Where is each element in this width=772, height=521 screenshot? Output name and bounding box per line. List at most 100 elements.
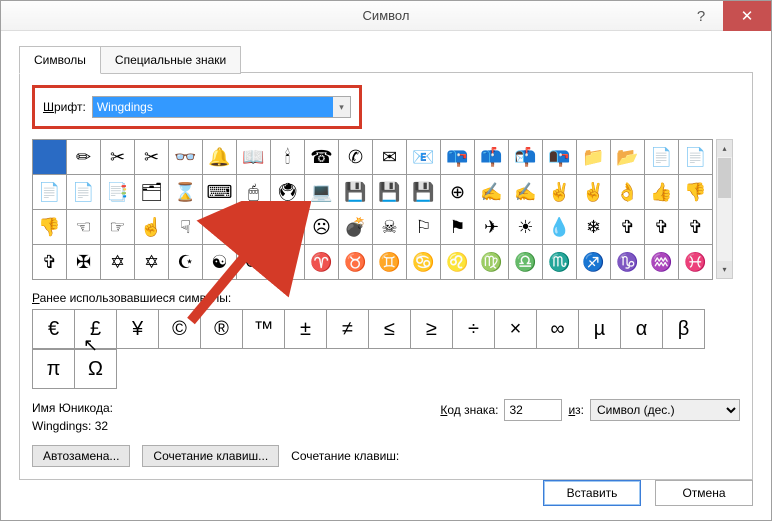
symbol-cell[interactable]: ⊕: [440, 174, 475, 210]
symbol-cell[interactable]: ❄: [576, 209, 611, 245]
symbol-cell[interactable]: ☝: [134, 209, 169, 245]
symbol-cell[interactable]: 📭: [542, 139, 577, 175]
recent-symbol-cell[interactable]: ÷: [452, 309, 495, 349]
symbol-cell[interactable]: 💾: [372, 174, 407, 210]
insert-button[interactable]: Вставить: [543, 480, 641, 506]
tab-symbols[interactable]: Символы: [19, 46, 101, 74]
symbol-cell[interactable]: ☸: [270, 244, 305, 280]
symbol-cell[interactable]: ♊: [372, 244, 407, 280]
recent-symbol-cell[interactable]: ≥: [410, 309, 453, 349]
symbol-cell[interactable]: 📂: [610, 139, 645, 175]
symbol-cell[interactable]: 👎: [678, 174, 713, 210]
symbol-cell[interactable]: 📑: [100, 174, 135, 210]
symbol-cell[interactable]: 💾: [406, 174, 441, 210]
grid-scrollbar[interactable]: ▴ ▾: [716, 139, 733, 279]
symbol-cell[interactable]: ✆: [338, 139, 373, 175]
symbol-cell[interactable]: ♏: [542, 244, 577, 280]
shortcut-key-button[interactable]: Сочетание клавиш...: [142, 445, 279, 467]
symbol-cell[interactable]: ⚑: [440, 209, 475, 245]
symbol-cell[interactable]: ♈: [304, 244, 339, 280]
scroll-up-icon[interactable]: ▴: [717, 140, 732, 157]
symbol-cell[interactable]: 🔔: [202, 139, 237, 175]
recent-symbol-cell[interactable]: ¥: [116, 309, 159, 349]
recent-symbol-cell[interactable]: ∞: [536, 309, 579, 349]
symbol-cell[interactable]: 📬: [508, 139, 543, 175]
symbol-cell[interactable]: ☞: [100, 209, 135, 245]
symbol-cell[interactable]: ⚐: [406, 209, 441, 245]
symbol-cell[interactable]: 📖: [236, 139, 271, 175]
font-select[interactable]: ▾: [92, 96, 351, 118]
symbol-cell[interactable]: 📁: [576, 139, 611, 175]
symbol-cell[interactable]: 📄: [66, 174, 101, 210]
symbol-cell[interactable]: ☪: [168, 244, 203, 280]
symbol-cell[interactable]: ☹: [304, 209, 339, 245]
symbol-cell[interactable]: ☺: [236, 209, 271, 245]
close-button[interactable]: ✕: [723, 1, 771, 31]
symbol-cell[interactable]: 📄: [644, 139, 679, 175]
help-button[interactable]: ?: [679, 1, 723, 31]
symbol-cell[interactable]: ✌: [576, 174, 611, 210]
symbol-cell[interactable]: 🖲: [270, 174, 305, 210]
font-input[interactable]: [92, 96, 351, 118]
symbol-cell[interactable]: 💧: [542, 209, 577, 245]
symbol-cell[interactable]: 👌: [610, 174, 645, 210]
symbol-cell[interactable]: 📫: [474, 139, 509, 175]
recent-symbol-cell[interactable]: €: [32, 309, 75, 349]
symbol-cell[interactable]: ✞: [610, 209, 645, 245]
autocorrect-button[interactable]: Автозамена...: [32, 445, 130, 467]
recent-symbol-cell[interactable]: π: [32, 349, 75, 389]
symbol-cell[interactable]: 📧: [406, 139, 441, 175]
symbol-cell[interactable]: ♓: [678, 244, 713, 280]
scroll-down-icon[interactable]: ▾: [717, 261, 732, 278]
symbol-cell[interactable]: ✡: [134, 244, 169, 280]
recent-symbol-cell[interactable]: β: [662, 309, 705, 349]
recent-symbol-cell[interactable]: µ: [578, 309, 621, 349]
recent-symbol-cell[interactable]: α: [620, 309, 663, 349]
symbol-cell[interactable]: ♎: [508, 244, 543, 280]
recent-symbol-cell[interactable]: Ω: [74, 349, 117, 389]
symbol-cell[interactable]: 💻: [304, 174, 339, 210]
recent-symbol-cell[interactable]: £: [74, 309, 117, 349]
symbol-cell[interactable]: ✂: [100, 139, 135, 175]
symbol-cell[interactable]: ☠: [372, 209, 407, 245]
recent-symbol-cell[interactable]: ≤: [368, 309, 411, 349]
recent-symbol-cell[interactable]: ≠: [326, 309, 369, 349]
symbol-cell[interactable]: 🗂: [134, 174, 169, 210]
symbol-cell[interactable]: 📄: [678, 139, 713, 175]
symbol-cell[interactable]: ♋: [406, 244, 441, 280]
symbol-cell[interactable]: ☀: [508, 209, 543, 245]
symbol-cell[interactable]: ☺: [270, 209, 305, 245]
from-select[interactable]: Символ (дес.): [590, 399, 740, 421]
symbol-cell[interactable]: ✞: [32, 244, 67, 280]
symbol-cell[interactable]: ✉: [372, 139, 407, 175]
symbol-cell[interactable]: ✋: [202, 209, 237, 245]
symbol-cell[interactable]: ✍: [474, 174, 509, 210]
symbol-cell[interactable]: 👓: [168, 139, 203, 175]
symbol-cell[interactable]: ॐ: [236, 244, 271, 280]
symbol-cell[interactable]: ✌: [542, 174, 577, 210]
symbol-cell[interactable]: ☟: [168, 209, 203, 245]
symbol-cell[interactable]: 🖱: [236, 174, 271, 210]
symbol-cell[interactable]: 💣: [338, 209, 373, 245]
symbol-cell[interactable]: 🕯: [270, 139, 305, 175]
recent-symbol-cell[interactable]: ®: [200, 309, 243, 349]
symbol-cell[interactable]: ⌛: [168, 174, 203, 210]
char-code-input[interactable]: [504, 399, 562, 421]
cancel-button[interactable]: Отмена: [655, 480, 753, 506]
symbol-cell[interactable]: ☜: [66, 209, 101, 245]
symbol-cell[interactable]: ✠: [66, 244, 101, 280]
tab-special-chars[interactable]: Специальные знаки: [101, 46, 241, 74]
symbol-cell[interactable]: ✏: [66, 139, 101, 175]
symbol-cell[interactable]: ♑: [610, 244, 645, 280]
symbol-cell[interactable]: ✍: [508, 174, 543, 210]
symbol-cell[interactable]: ☎: [304, 139, 339, 175]
symbol-cell[interactable]: ♉: [338, 244, 373, 280]
symbol-cell[interactable]: 📄: [32, 174, 67, 210]
symbol-cell[interactable]: [32, 139, 67, 175]
symbol-cell[interactable]: 📪: [440, 139, 475, 175]
recent-symbol-cell[interactable]: ©: [158, 309, 201, 349]
recent-symbol-cell[interactable]: ×: [494, 309, 537, 349]
symbol-cell[interactable]: ⌨: [202, 174, 237, 210]
symbol-cell[interactable]: ☯: [202, 244, 237, 280]
symbol-cell[interactable]: ♍: [474, 244, 509, 280]
